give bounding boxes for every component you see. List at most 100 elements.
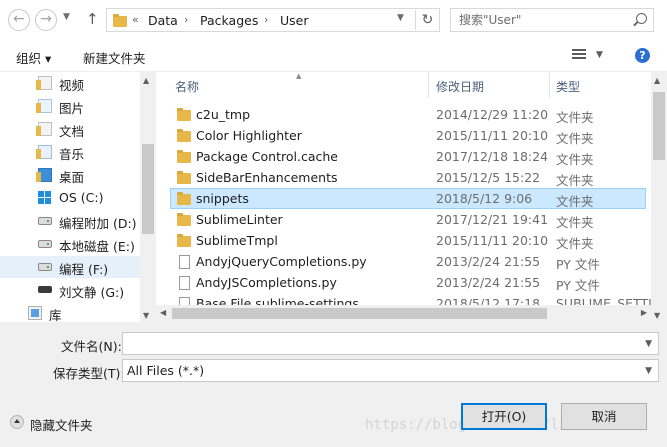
nav-item-music[interactable]: 音乐 bbox=[0, 141, 140, 163]
breadcrumb-overflow-icon[interactable]: « bbox=[132, 13, 139, 26]
scroll-thumb[interactable] bbox=[142, 144, 154, 234]
scroll-down-icon[interactable]: ▼ bbox=[654, 311, 660, 320]
scroll-down-icon[interactable]: ▼ bbox=[143, 311, 149, 320]
column-divider[interactable] bbox=[549, 72, 550, 98]
nav-item-os-c[interactable]: OS (C:) bbox=[0, 187, 140, 209]
file-type: 文件夹 bbox=[556, 194, 594, 209]
file-row-selected[interactable]: snippets 2018/5/12 9:06 文件夹 bbox=[170, 188, 646, 209]
new-folder-button[interactable]: 新建文件夹 bbox=[83, 48, 146, 67]
forward-button[interactable]: → bbox=[35, 9, 57, 31]
python-file-icon bbox=[179, 276, 190, 290]
search-icon[interactable] bbox=[636, 13, 647, 24]
filetype-select[interactable]: All Files (*.*) ▼ bbox=[122, 359, 659, 382]
scroll-right-icon[interactable]: ▶ bbox=[641, 308, 647, 317]
folder-icon bbox=[177, 108, 191, 121]
file-type: 文件夹 bbox=[556, 236, 594, 251]
nav-item-label: 刘文静 (G:) bbox=[59, 285, 125, 300]
file-date: 2013/2/24 21:55 bbox=[436, 254, 541, 269]
nav-item-pictures[interactable]: 图片 bbox=[0, 95, 140, 117]
file-date: 2015/11/11 20:10 bbox=[436, 128, 549, 143]
pictures-library-icon bbox=[36, 99, 52, 113]
view-options-chevron-down-icon[interactable]: ▼ bbox=[596, 50, 603, 60]
nav-item-label: 编程附加 (D:) bbox=[59, 216, 137, 231]
refresh-icon[interactable]: ↻ bbox=[415, 10, 439, 30]
file-row[interactable]: Color Highlighter 2015/11/11 20:10 文件夹 bbox=[170, 125, 646, 146]
nav-item-libraries[interactable]: 库 bbox=[0, 302, 130, 322]
column-header-date[interactable]: 修改日期 bbox=[436, 78, 484, 95]
filename-field[interactable]: ▼ bbox=[122, 332, 659, 355]
nav-item-label: 本地磁盘 (E:) bbox=[59, 239, 135, 254]
file-row[interactable]: AndyjQueryCompletions.py 2013/2/24 21:55… bbox=[170, 251, 646, 272]
search-input[interactable] bbox=[459, 10, 629, 30]
file-date: 2017/12/21 19:41 bbox=[436, 212, 549, 227]
breadcrumb-separator-icon[interactable]: › bbox=[184, 13, 188, 26]
file-name: Color Highlighter bbox=[196, 128, 302, 143]
file-list-vertical-scrollbar[interactable]: ▲ ▼ bbox=[651, 72, 667, 322]
nav-item-documents[interactable]: 文档 bbox=[0, 118, 140, 140]
drive-icon bbox=[38, 263, 52, 271]
address-bar[interactable]: « Data › Packages › User ▼ ↻ bbox=[106, 8, 440, 32]
breadcrumb-separator-icon[interactable]: › bbox=[264, 13, 268, 26]
open-button[interactable]: 打开(O) bbox=[461, 403, 547, 430]
column-header-type[interactable]: 类型 bbox=[556, 78, 580, 95]
breadcrumb-user[interactable]: User bbox=[280, 13, 309, 28]
file-row[interactable]: SideBarEnhancements 2015/12/5 15:22 文件夹 bbox=[170, 167, 646, 188]
up-folder-icon[interactable]: ↑ bbox=[86, 10, 99, 28]
nav-item-drive-e[interactable]: 本地磁盘 (E:) bbox=[0, 233, 140, 255]
filetype-label: 保存类型(T): bbox=[53, 366, 125, 381]
forward-arrow-icon: → bbox=[40, 11, 52, 27]
column-header-name[interactable]: 名称 bbox=[175, 78, 199, 95]
file-name: SideBarEnhancements bbox=[196, 170, 338, 185]
recent-locations-chevron-down-icon[interactable]: ▼ bbox=[63, 12, 70, 22]
filename-chevron-down-icon[interactable]: ▼ bbox=[645, 339, 652, 349]
file-row[interactable]: c2u_tmp 2014/12/29 11:20 文件夹 bbox=[170, 104, 646, 125]
folder-icon bbox=[177, 150, 191, 163]
breadcrumb-packages[interactable]: Packages bbox=[200, 13, 258, 28]
file-row[interactable]: Package Control.cache 2017/12/18 18:24 文… bbox=[170, 146, 646, 167]
nav-item-drive-d[interactable]: 编程附加 (D:) bbox=[0, 210, 140, 232]
sort-caret-up-icon: ▲ bbox=[296, 72, 302, 80]
nav-scrollbar[interactable]: ▲ ▼ bbox=[140, 72, 156, 322]
nav-item-label: 视频 bbox=[59, 78, 85, 93]
documents-library-icon bbox=[36, 122, 52, 136]
folder-icon bbox=[177, 171, 191, 184]
scroll-left-icon[interactable]: ◀ bbox=[160, 308, 166, 317]
file-list-horizontal-scrollbar[interactable]: ◀ ▶ bbox=[156, 305, 651, 322]
desktop-icon bbox=[36, 168, 52, 182]
scroll-up-icon[interactable]: ▲ bbox=[143, 76, 149, 85]
address-history-chevron-down-icon[interactable]: ▼ bbox=[397, 13, 404, 23]
view-options-icon[interactable] bbox=[572, 49, 586, 61]
help-icon[interactable]: ? bbox=[635, 48, 650, 63]
nav-item-desktop[interactable]: 桌面 bbox=[0, 164, 140, 186]
column-divider[interactable] bbox=[428, 72, 429, 98]
nav-item-label: 音乐 bbox=[59, 147, 85, 162]
file-name: AndyJSCompletions.py bbox=[196, 275, 337, 290]
nav-item-label: OS (C:) bbox=[59, 190, 104, 205]
nav-item-drive-f[interactable]: 编程 (F:) bbox=[0, 256, 140, 278]
filename-input[interactable] bbox=[127, 334, 627, 353]
cancel-button[interactable]: 取消 bbox=[561, 403, 647, 430]
file-rows: c2u_tmp 2014/12/29 11:20 文件夹 Color Highl… bbox=[156, 104, 652, 314]
file-type: 文件夹 bbox=[556, 110, 594, 125]
file-type: 文件夹 bbox=[556, 131, 594, 146]
organize-menu-button[interactable]: 组织 ▾ bbox=[16, 48, 51, 67]
file-row[interactable]: AndyJSCompletions.py 2013/2/24 21:55 PY … bbox=[170, 272, 646, 293]
nav-item-label: 图片 bbox=[59, 101, 85, 116]
nav-item-label: 桌面 bbox=[59, 170, 85, 185]
scroll-up-icon[interactable]: ▲ bbox=[654, 76, 660, 85]
nav-item-videos[interactable]: 视频 bbox=[0, 72, 140, 94]
file-list: ▲ 名称 修改日期 类型 c2u_tmp 2014/12/29 11:20 文件… bbox=[156, 72, 667, 322]
file-row[interactable]: SublimeTmpl 2015/11/11 20:10 文件夹 bbox=[170, 230, 646, 251]
nav-item-label: 文档 bbox=[59, 124, 85, 139]
drive-icon bbox=[38, 217, 52, 225]
breadcrumb-data[interactable]: Data bbox=[148, 13, 178, 28]
scroll-thumb[interactable] bbox=[172, 308, 547, 319]
nav-item-drive-g[interactable]: 刘文静 (G:) bbox=[0, 279, 140, 301]
filetype-chevron-down-icon[interactable]: ▼ bbox=[645, 366, 652, 376]
file-row[interactable]: SublimeLinter 2017/12/21 19:41 文件夹 bbox=[170, 209, 646, 230]
scroll-thumb[interactable] bbox=[653, 92, 665, 160]
music-library-icon bbox=[36, 145, 52, 159]
navigation-pane: 视频 图片 文档 音乐 桌面 OS (C:) 编程附加 (D:) 本地磁盘 (E… bbox=[0, 72, 156, 322]
back-button[interactable]: ← bbox=[8, 9, 30, 31]
filename-label: 文件名(N): bbox=[61, 339, 122, 354]
